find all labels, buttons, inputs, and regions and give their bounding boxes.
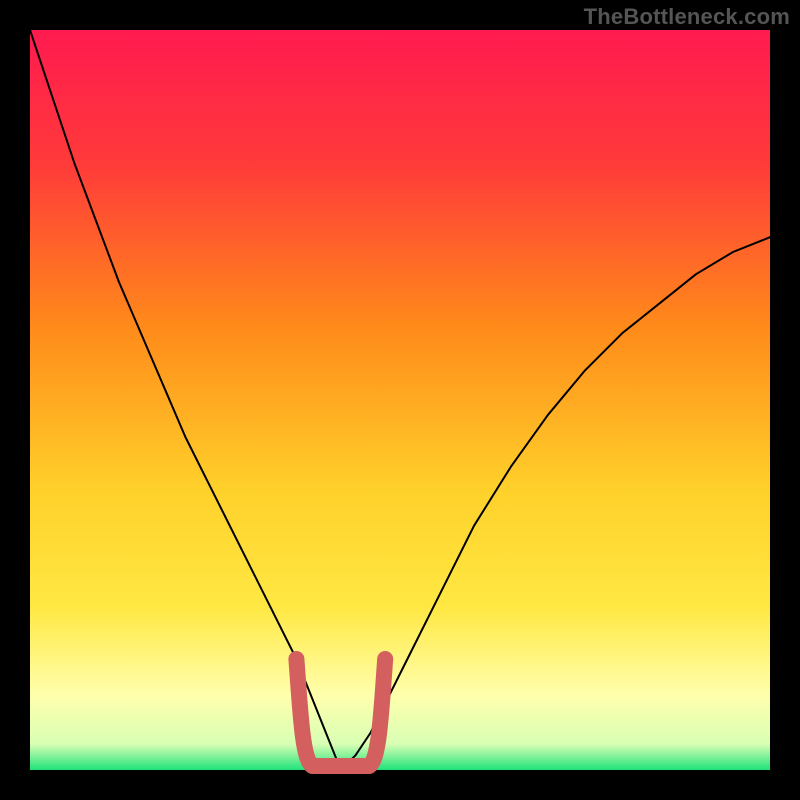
plot-background (30, 30, 770, 770)
chart-svg (0, 0, 800, 800)
chart-stage: { "watermark": "TheBottleneck.com", "col… (0, 0, 800, 800)
watermark-text: TheBottleneck.com (584, 4, 790, 30)
